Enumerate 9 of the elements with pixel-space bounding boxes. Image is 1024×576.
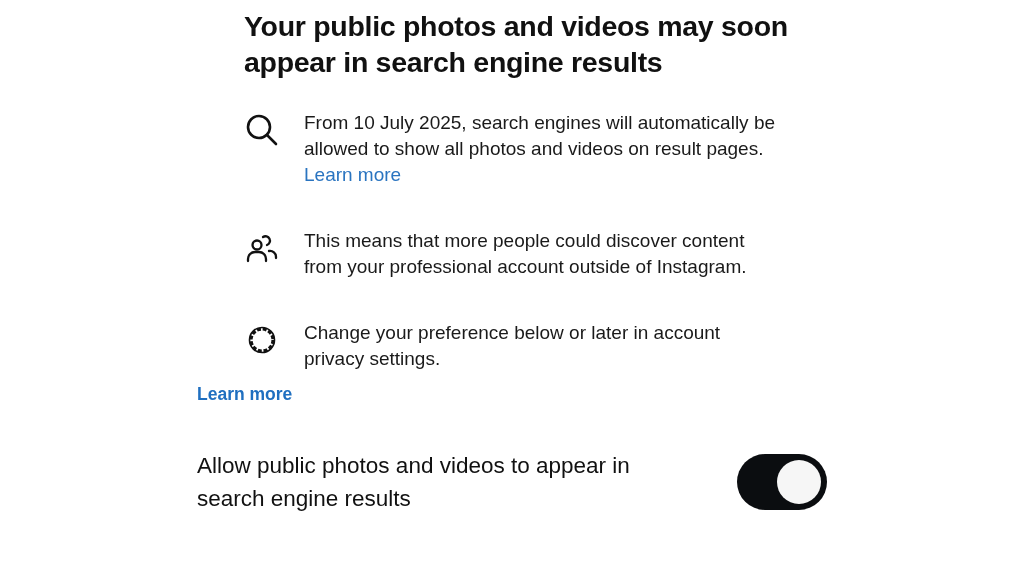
info-text: Change your preference below or later in account privacy settings. <box>304 321 722 371</box>
info-text: From 10 July 2025, search engines will automatically be allowed to show all photos and videos on result pages. Learn more <box>304 111 776 187</box>
search-icon <box>244 112 280 148</box>
setting-label: Allow public photos and videos to appear in search engine results <box>197 452 631 513</box>
toggle-switch[interactable] <box>737 454 827 510</box>
heading: Your public photos and videos may soon appear in search engine results <box>244 9 789 80</box>
info-text: This means that more people could discover content from your professional account outside of Instagram. <box>304 229 748 279</box>
learn-more-link[interactable]: Learn more <box>304 164 402 185</box>
learn-more-link[interactable]: Learn more <box>197 384 293 405</box>
